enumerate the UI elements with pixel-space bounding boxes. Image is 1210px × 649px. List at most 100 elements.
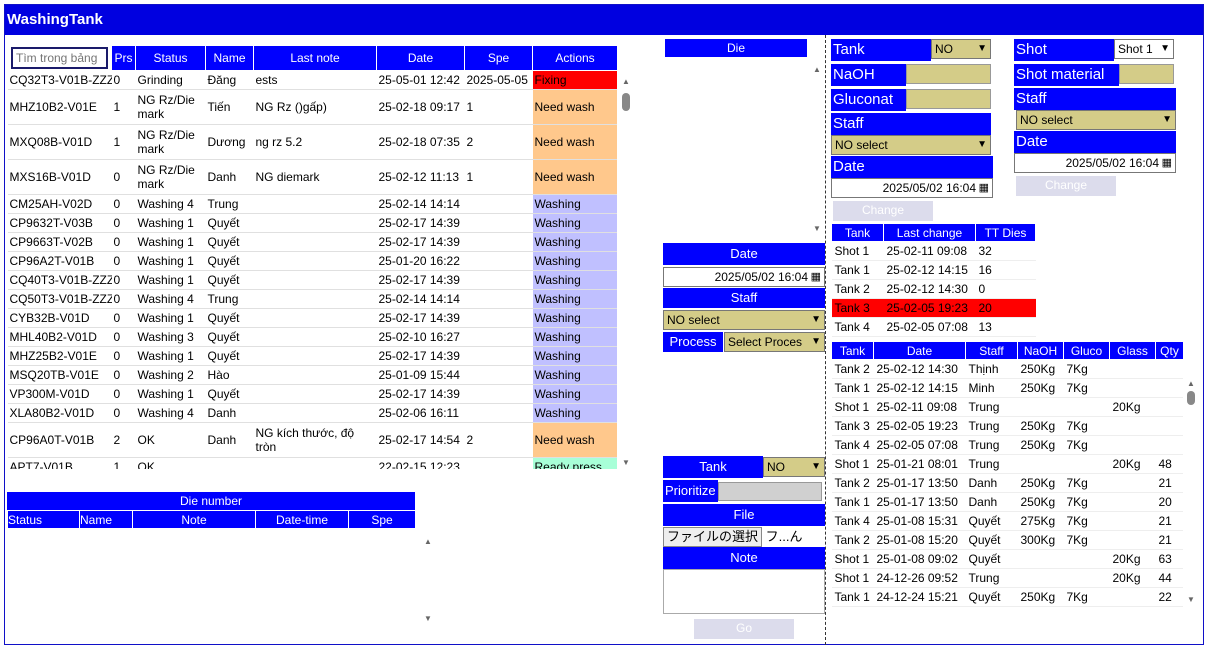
col-actions[interactable]: Actions xyxy=(532,45,617,71)
history-row[interactable]: Tank 2 25-02-12 14:30 Thịnh 250Kg 7Kg xyxy=(831,359,1183,379)
action-badge[interactable]: Washing xyxy=(532,213,617,233)
staff-select[interactable]: NO select ▼ xyxy=(663,310,825,330)
action-badge[interactable]: Washing xyxy=(532,289,617,309)
table-row[interactable]: CP96A2T-V01B 0 Washing 1 Quyết 25-01-20 16:2… xyxy=(7,251,617,271)
date-input[interactable]: 2025/05/02 16:04 ▦ xyxy=(663,267,825,287)
naoh-input[interactable] xyxy=(906,64,991,84)
tank-staff-select[interactable]: NO select ▼ xyxy=(831,135,991,155)
shot-change-button[interactable]: Change xyxy=(1016,176,1116,196)
table-row[interactable]: CQ40T3-V01B-ZZZ 0 Washing 1 Quyết 25-02-17 1… xyxy=(7,270,617,290)
table-row[interactable]: APT7-V01B 1 OK 22-02-15 12:23 Ready press xyxy=(7,457,617,469)
col-spe[interactable]: Spe xyxy=(464,45,533,71)
history-row[interactable]: Tank 2 25-01-17 13:50 Danh 250Kg 7Kg 21 xyxy=(831,473,1183,493)
action-badge[interactable]: Washing xyxy=(532,403,617,423)
history-row[interactable]: Tank 2 25-01-08 15:20 Quyết 300Kg 7Kg 21 xyxy=(831,530,1183,550)
die-number-scrollbar[interactable]: ▲ ▼ xyxy=(422,537,434,623)
col-last-note[interactable]: Last note xyxy=(253,45,377,71)
table-row[interactable]: CQ32T3-V01B-ZZZ 0 Grinding Đăng ests 25-05-01… xyxy=(7,70,617,90)
file-picker[interactable]: ファイルの選択 フ...ん xyxy=(663,527,825,547)
table-row[interactable]: CP9632T-V03B 0 Washing 1 Quyết 25-02-17 14:3… xyxy=(7,213,617,233)
scroll-thumb[interactable] xyxy=(622,93,630,111)
table-row[interactable]: MSQ20TB-V01E 0 Washing 2 Hào 25-01-09 15:44 W… xyxy=(7,365,617,385)
tank-form-select[interactable]: NO ▼ xyxy=(931,39,991,59)
history-row[interactable]: Shot 1 25-01-08 09:02 Quyết 20Kg 63 xyxy=(831,549,1183,569)
die-list-scrollbar[interactable]: ▲ ▼ xyxy=(811,65,823,233)
table-row[interactable]: CP96A0T-V01B 2 OK Danh NG kích thước, độ trò… xyxy=(7,422,617,458)
search-input[interactable] xyxy=(11,47,108,69)
table-row[interactable]: MXQ08B-V01D 1 NG Rz/Die mark Dương ng rz 5.2… xyxy=(7,124,617,160)
scroll-up-icon[interactable]: ▲ xyxy=(1185,379,1197,388)
action-badge[interactable]: Washing xyxy=(532,327,617,347)
scroll-down-icon[interactable]: ▼ xyxy=(422,614,434,623)
table-row[interactable]: VP300M-V01D 0 Washing 1 Quyết 25-02-17 14:39… xyxy=(7,384,617,404)
action-badge[interactable]: Washing xyxy=(532,365,617,385)
action-badge[interactable]: Washing xyxy=(532,270,617,290)
table-row[interactable]: MXS16B-V01D 0 NG Rz/Die mark Danh NG diemark… xyxy=(7,159,617,195)
tank-select[interactable]: NO ▼ xyxy=(763,457,825,477)
history-row[interactable]: Tank 1 25-01-17 13:50 Danh 250Kg 7Kg 20 xyxy=(831,492,1183,512)
main-table-scrollbar[interactable]: ▲ ▼ xyxy=(620,77,632,467)
table-row[interactable]: XLA80B2-V01D 0 Washing 4 Danh 25-02-06 16:11… xyxy=(7,403,617,423)
col-status[interactable]: Status xyxy=(135,45,206,71)
action-badge[interactable]: Ready press xyxy=(532,457,617,469)
tank-summary-row[interactable]: Tank 3 25-02-05 19:23 20 xyxy=(831,298,1036,318)
action-badge[interactable]: Need wash xyxy=(532,124,617,160)
table-row[interactable]: CYB32B-V01D 0 Washing 1 Quyết 25-02-17 14:39… xyxy=(7,308,617,328)
history-row[interactable]: Tank 4 25-01-08 15:31 Quyết 275Kg 7Kg 21 xyxy=(831,511,1183,531)
action-badge[interactable]: Washing xyxy=(532,384,617,404)
tank-summary-row[interactable]: Tank 4 25-02-05 07:08 13 xyxy=(831,317,1036,337)
shot-select[interactable]: Shot 1 ▼ xyxy=(1114,39,1174,59)
col-name[interactable]: Name xyxy=(205,45,254,71)
history-row[interactable]: Tank 1 25-02-12 14:15 Minh 250Kg 7Kg xyxy=(831,378,1183,398)
action-badge[interactable]: Need wash xyxy=(532,159,617,195)
note-textarea[interactable] xyxy=(663,569,825,614)
scroll-down-icon[interactable]: ▼ xyxy=(1185,595,1197,604)
scroll-up-icon[interactable]: ▲ xyxy=(422,537,434,546)
history-row[interactable]: Shot 1 25-02-11 09:08 Trung 20Kg xyxy=(831,397,1183,417)
history-row[interactable]: Tank 4 25-02-05 07:08 Trung 250Kg 7Kg xyxy=(831,435,1183,455)
scroll-thumb[interactable] xyxy=(1187,391,1195,405)
action-badge[interactable]: Need wash xyxy=(532,89,617,125)
prioritize-input[interactable] xyxy=(718,482,822,501)
history-row[interactable]: Shot 1 25-01-21 08:01 Trung 20Kg 48 xyxy=(831,454,1183,474)
history-row[interactable]: Shot 1 24-12-26 09:52 Trung 20Kg 44 xyxy=(831,568,1183,588)
tank-summary-row[interactable]: Tank 1 25-02-12 14:15 16 xyxy=(831,260,1036,280)
choose-file-button[interactable]: ファイルの選択 xyxy=(663,527,763,547)
table-row[interactable]: CQ50T3-V01B-ZZZ 0 Washing 4 Trung 25-02-14 1… xyxy=(7,289,617,309)
action-badge[interactable]: Washing xyxy=(532,308,617,328)
table-row[interactable]: CP9663T-V02B 0 Washing 1 Quyết 25-02-17 14:3… xyxy=(7,232,617,252)
shot-material-input[interactable] xyxy=(1119,64,1174,84)
scroll-down-icon[interactable]: ▼ xyxy=(811,224,823,233)
die-list[interactable] xyxy=(665,60,825,235)
history-scrollbar[interactable]: ▲ ▼ xyxy=(1185,379,1197,604)
action-badge[interactable]: Fixing xyxy=(532,70,617,90)
scroll-down-icon[interactable]: ▼ xyxy=(620,458,632,467)
calendar-icon[interactable]: ▦ xyxy=(811,268,821,286)
action-badge[interactable]: Washing xyxy=(532,346,617,366)
tank-summary-row[interactable]: Tank 2 25-02-12 14:30 0 xyxy=(831,279,1036,299)
action-badge[interactable]: Washing xyxy=(532,194,617,214)
tank-change-button[interactable]: Change xyxy=(833,201,933,221)
calendar-icon[interactable]: ▦ xyxy=(979,179,989,197)
go-button[interactable]: Go xyxy=(694,619,794,639)
table-row[interactable]: CM25AH-V02D 0 Washing 4 Trung 25-02-14 14:14… xyxy=(7,194,617,214)
action-badge[interactable]: Washing xyxy=(532,232,617,252)
table-row[interactable]: MHL40B2-V01D 0 Washing 3 Quyết 25-02-10 16:2… xyxy=(7,327,617,347)
action-badge[interactable]: Washing xyxy=(532,251,617,271)
gluconat-input[interactable] xyxy=(906,89,991,109)
history-row[interactable]: Tank 1 24-12-24 15:21 Quyết 250Kg 7Kg 22 xyxy=(831,587,1183,607)
process-select[interactable]: Select Proces ▼ xyxy=(724,332,825,352)
action-badge[interactable]: Need wash xyxy=(532,422,617,458)
table-row[interactable]: MHZ10B2-V01E 1 NG Rz/Die mark Tiến NG Rz ()g… xyxy=(7,89,617,125)
shot-date-input[interactable]: 2025/05/02 16:04 ▦ xyxy=(1014,153,1176,173)
history-row[interactable]: Tank 3 25-02-05 19:23 Trung 250Kg 7Kg xyxy=(831,416,1183,436)
shot-staff-select[interactable]: NO select ▼ xyxy=(1016,110,1176,130)
scroll-up-icon[interactable]: ▲ xyxy=(620,77,632,86)
scroll-up-icon[interactable]: ▲ xyxy=(811,65,823,74)
tank-date-input[interactable]: 2025/05/02 16:04 ▦ xyxy=(831,178,993,198)
col-date[interactable]: Date xyxy=(376,45,465,71)
calendar-icon[interactable]: ▦ xyxy=(1162,154,1172,172)
col-prs[interactable]: Prs xyxy=(111,45,136,71)
tank-summary-row[interactable]: Shot 1 25-02-11 09:08 32 xyxy=(831,241,1036,261)
table-row[interactable]: MHZ25B2-V01E 0 Washing 1 Quyết 25-02-17 14:3… xyxy=(7,346,617,366)
